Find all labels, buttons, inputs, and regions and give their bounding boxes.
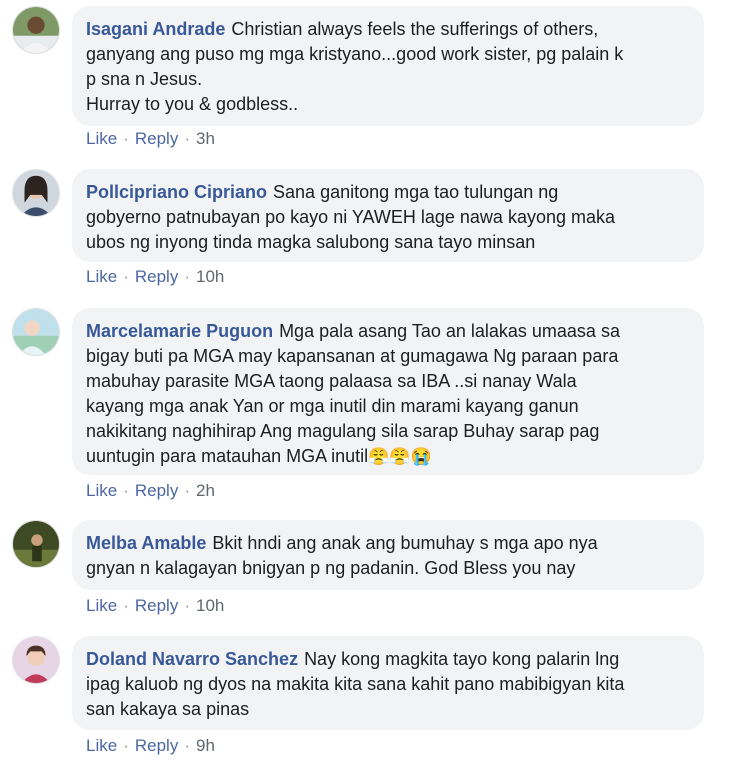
timestamp[interactable]: 9h [196, 736, 215, 755]
woman-avatar-icon[interactable] [12, 169, 60, 217]
comment-text: Sana ganitong mga tao tulungan ng [273, 182, 559, 202]
comment-actions: Like · Reply · 9h [86, 736, 215, 756]
separator: · [123, 129, 129, 148]
reply-button[interactable]: Reply [135, 481, 178, 500]
comment-author[interactable]: Melba Amable [86, 533, 206, 553]
like-button[interactable]: Like [86, 267, 117, 286]
comment-text: san kakaya sa pinas [86, 699, 250, 719]
separator: · [123, 736, 129, 755]
comment-text: gobyerno patnubayan po kayo ni YAWEH lag… [86, 207, 616, 227]
comment-actions: Like · Reply · 10h [86, 596, 224, 616]
reply-button[interactable]: Reply [135, 267, 178, 286]
outdoor-avatar-icon[interactable] [12, 520, 60, 568]
like-button[interactable]: Like [86, 481, 117, 500]
comment-text: ganyang ang puso mg mga kristyano...good… [86, 44, 624, 64]
separator: · [184, 596, 190, 615]
comment-text: Mga pala asang Tao an lalakas umaasa sa [279, 321, 620, 341]
timestamp[interactable]: 10h [196, 596, 224, 615]
comment-text: p sna n Jesus. [86, 69, 203, 89]
comment-text: kayang mga anak Yan or mga inutil din ma… [86, 396, 579, 416]
timestamp[interactable]: 3h [196, 129, 215, 148]
comment-text: ubos ng inyong tinda magka salubong sana… [86, 232, 536, 252]
reply-button[interactable]: Reply [135, 129, 178, 148]
landscape-avatar-icon[interactable] [12, 308, 60, 356]
separator: · [184, 267, 190, 286]
comment-text: mabuhay parasite MGA taong palaasa sa IB… [86, 371, 577, 391]
comment-text: Hurray to you & godbless.. [86, 94, 299, 114]
man-avatar-icon[interactable] [12, 6, 60, 54]
child-avatar-icon[interactable] [12, 636, 60, 684]
like-button[interactable]: Like [86, 596, 117, 615]
comment-actions: Like · Reply · 3h [86, 129, 215, 149]
comment-text: nakikitang naghihirap Ang magulang sila … [86, 421, 600, 441]
comment-text: Christian always feels the sufferings of… [231, 19, 599, 39]
comment-actions: Like · Reply · 2h [86, 481, 215, 501]
comment-text: gnyan n kalagayan bnigyan p ng padanin. … [86, 558, 576, 578]
comment-bubble: Doland Navarro Sanchez Nay kong magkita t… [72, 636, 704, 730]
comment-text: Nay kong magkita tayo kong palarin lng [304, 649, 620, 669]
reply-button[interactable]: Reply [135, 736, 178, 755]
comment-bubble: Melba Amable Bkit hndi ang anak ang bumuh… [72, 520, 704, 590]
comment-author[interactable]: Marcelamarie Puguon [86, 321, 273, 341]
comment-bubble: Isagani Andrade Christian always feels th… [72, 6, 704, 126]
comment-bubble: Pollcipriano Cipriano Sana ganitong mga t… [72, 169, 704, 262]
timestamp[interactable]: 10h [196, 267, 224, 286]
separator: · [184, 129, 190, 148]
comment-author[interactable]: Isagani Andrade [86, 19, 225, 39]
like-button[interactable]: Like [86, 736, 117, 755]
comment-text: ipag kaluob ng dyos na makita kita sana … [86, 674, 625, 694]
comment-author[interactable]: Doland Navarro Sanchez [86, 649, 298, 669]
separator: · [123, 596, 129, 615]
crying-face-emoji: 😭 [410, 447, 432, 466]
comment-text: bigay buti pa MGA may kapansanan at guma… [86, 346, 619, 366]
comment-text: uuntugin para matauhan MGA inutil [86, 446, 369, 466]
separator: · [184, 481, 190, 500]
angry-face-emoji: 😤 [368, 447, 390, 466]
comment-text: Bkit hndi ang anak ang bumuhay s mga apo… [212, 533, 598, 553]
timestamp[interactable]: 2h [196, 481, 215, 500]
separator: · [123, 481, 129, 500]
separator: · [123, 267, 129, 286]
reply-button[interactable]: Reply [135, 596, 178, 615]
separator: · [184, 736, 190, 755]
like-button[interactable]: Like [86, 129, 117, 148]
angry-face-emoji: 😤 [389, 447, 411, 466]
comment-actions: Like · Reply · 10h [86, 267, 224, 287]
comment-bubble: Marcelamarie Puguon Mga pala asang Tao an… [72, 308, 704, 475]
comment-author[interactable]: Pollcipriano Cipriano [86, 182, 267, 202]
